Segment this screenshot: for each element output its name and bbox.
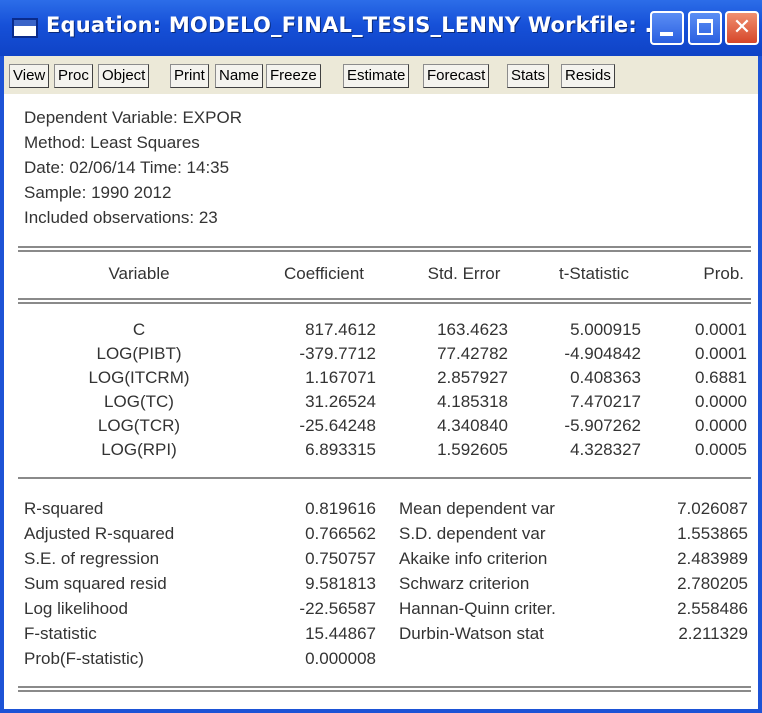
t-statistic-value: 4.328327	[570, 440, 641, 459]
maximize-button[interactable]	[688, 11, 722, 45]
std-error-value: 163.4623	[437, 320, 508, 339]
column-header: t-Statistic	[559, 264, 629, 283]
column-header: Std. Error	[427, 264, 501, 283]
stat-value: 0.819616	[305, 499, 376, 518]
stat-value: 15.44867	[305, 624, 376, 643]
std-error-value: 77.42782	[437, 344, 508, 363]
prob-value: 0.6881	[695, 368, 747, 387]
resids-button[interactable]: Resids	[561, 64, 615, 88]
coefficient-value: 6.893315	[305, 440, 376, 459]
std-error-value: 2.857927	[437, 368, 508, 387]
prob-value: 0.0000	[695, 416, 747, 435]
stat-label: Durbin-Watson stat	[399, 624, 544, 643]
t-statistic-value: -5.907262	[564, 416, 641, 435]
stat-label: Log likelihood	[24, 599, 128, 618]
coefficient-value: 31.26524	[305, 392, 376, 411]
stat-label: Sum squared resid	[24, 574, 167, 593]
estimate-button[interactable]: Estimate	[343, 64, 410, 88]
freeze-button[interactable]: Freeze	[266, 64, 321, 88]
maximize-icon	[697, 19, 713, 35]
stat-label: Prob(F-statistic)	[24, 649, 144, 668]
close-icon: ✕	[732, 15, 752, 40]
stat-value: 9.581813	[305, 574, 376, 593]
double-rule	[18, 298, 751, 304]
stat-label: R-squared	[24, 499, 104, 518]
prob-value: 0.0001	[695, 344, 747, 363]
t-statistic-value: -4.904842	[564, 344, 641, 363]
method-line: Method: Least Squares	[24, 133, 200, 152]
output-area: Dependent Variable: EXPOR Method: Least …	[4, 94, 758, 709]
stat-value: -22.56587	[299, 599, 376, 618]
dependent-variable-line: Dependent Variable: EXPOR	[24, 108, 242, 127]
column-header: Prob.	[703, 264, 744, 283]
equation-window: Equation: MODELO_FINAL_TESIS_LENNY Workf…	[0, 0, 762, 713]
single-rule	[18, 477, 751, 479]
stat-label: Schwarz criterion	[399, 574, 530, 593]
stat-label: F-statistic	[24, 624, 97, 643]
title-bar[interactable]: Equation: MODELO_FINAL_TESIS_LENNY Workf…	[0, 0, 762, 56]
window-icon	[12, 18, 38, 38]
std-error-value: 4.340840	[437, 416, 508, 435]
variable-name: LOG(TCR)	[97, 416, 181, 435]
coefficient-value: 817.4612	[305, 320, 376, 339]
minimize-button[interactable]	[650, 11, 684, 45]
std-error-value: 4.185318	[437, 392, 508, 411]
variable-name: C	[132, 320, 146, 339]
stat-label: S.E. of regression	[24, 549, 160, 568]
stat-label: Hannan-Quinn criter.	[399, 599, 556, 618]
stat-value: 2.780205	[677, 574, 748, 593]
coefficient-value: -25.64248	[299, 416, 376, 435]
prob-value: 0.0001	[695, 320, 747, 339]
stat-value: 7.026087	[677, 499, 748, 518]
window-title: Equation: MODELO_FINAL_TESIS_LENNY Workf…	[46, 13, 670, 37]
date-time-line: Date: 02/06/14 Time: 14:35	[24, 158, 230, 177]
sample-line: Sample: 1990 2012	[24, 183, 172, 202]
stats-button[interactable]: Stats	[507, 64, 550, 88]
stat-label: Akaike info criterion	[399, 549, 548, 568]
stat-label: S.D. dependent var	[399, 524, 546, 543]
prob-value: 0.0000	[695, 392, 747, 411]
stat-value: 2.558486	[677, 599, 748, 618]
minimize-icon	[660, 32, 673, 36]
stat-value: 2.211329	[678, 624, 748, 643]
column-header: Variable	[108, 264, 170, 283]
stat-label: Mean dependent var	[399, 499, 555, 518]
prob-value: 0.0005	[695, 440, 747, 459]
t-statistic-value: 0.408363	[570, 368, 641, 387]
stat-value: 2.483989	[677, 549, 748, 568]
stat-value: 0.766562	[305, 524, 376, 543]
stat-label: Adjusted R-squared	[24, 524, 175, 543]
column-header: Coefficient	[283, 264, 364, 283]
view-button[interactable]: View	[9, 64, 50, 88]
object-button[interactable]: Object	[98, 64, 150, 88]
double-rule	[18, 686, 751, 692]
coefficient-value: 1.167071	[305, 368, 376, 387]
t-statistic-value: 7.470217	[570, 392, 641, 411]
close-button[interactable]: ✕	[725, 11, 759, 45]
variable-name: LOG(PIBT)	[96, 344, 182, 363]
name-button[interactable]: Name	[215, 64, 264, 88]
std-error-value: 1.592605	[437, 440, 508, 459]
stat-value: 0.750757	[305, 549, 376, 568]
print-button[interactable]: Print	[170, 64, 209, 88]
t-statistic-value: 5.000915	[570, 320, 641, 339]
observations-line: Included observations: 23	[24, 208, 218, 227]
forecast-button[interactable]: Forecast	[423, 64, 490, 88]
toolbar: View Proc Object Print Name Freeze Estim…	[4, 56, 758, 94]
variable-name: LOG(TC)	[104, 392, 174, 411]
variable-name: LOG(ITCRM)	[88, 368, 190, 387]
stat-value: 0.000008	[305, 649, 376, 668]
variable-name: LOG(RPI)	[101, 440, 177, 459]
coefficient-value: -379.7712	[299, 344, 376, 363]
proc-button[interactable]: Proc	[54, 64, 93, 88]
double-rule	[18, 246, 751, 252]
stat-value: 1.553865	[677, 524, 748, 543]
